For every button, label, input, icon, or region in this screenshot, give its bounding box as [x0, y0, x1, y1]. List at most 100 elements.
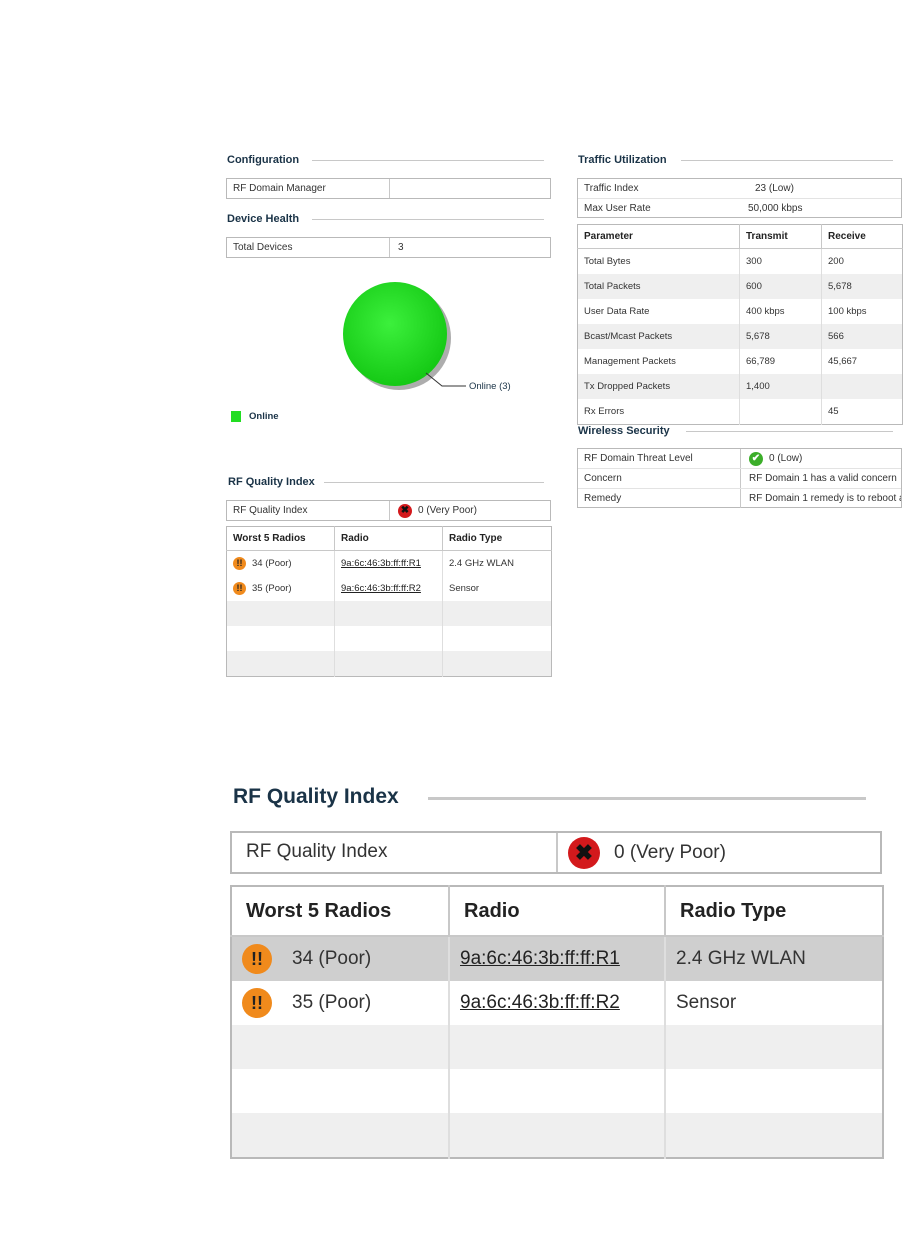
worst-radios-table: Worst 5 Radios Radio Radio Type !! 34 (Po…: [226, 526, 552, 677]
column-header-radio[interactable]: Radio: [449, 886, 666, 937]
receive-value: 200: [828, 256, 844, 267]
section-divider: [312, 219, 544, 220]
pie-slice-online[interactable]: [343, 282, 447, 386]
radio-link[interactable]: 9a:6c:46:3b:ff:ff:R2: [341, 583, 421, 594]
table-row[interactable]: !! 35 (Poor) 9a:6c:46:3b:ff:ff:R2 Sensor: [226, 576, 552, 601]
column-header-radio[interactable]: Radio: [334, 526, 443, 551]
traffic-index-value: 23 (Low): [755, 183, 794, 194]
transmit-value: 5,678: [739, 324, 822, 349]
threat-level-cell: ✔ 0 (Low): [740, 449, 901, 468]
remedy-label: Remedy: [584, 493, 622, 504]
worst-radio-score: !! 35 (Poor): [226, 576, 335, 601]
warning-icon: !!: [242, 944, 272, 974]
rf-quality-index-table: RF Quality Index ✖ 0 (Very Poor): [226, 500, 551, 521]
radio-type: Sensor: [449, 583, 480, 594]
table-row[interactable]: Rx Errors 45: [577, 399, 903, 425]
table-row[interactable]: !! 35 (Poor) 9a:6c:46:3b:ff:ff:R2 Sensor: [231, 981, 883, 1025]
rf-quality-index-cell: ✖ 0 (Very Poor): [556, 833, 880, 872]
rf-quality-index-label: RF Quality Index: [233, 505, 308, 516]
receive-value: [821, 374, 903, 399]
worst-radio-score: !! 34 (Poor): [231, 936, 450, 981]
device-health-table: Total Devices 3: [226, 237, 551, 258]
table-row[interactable]: User Data Rate 400 kbps 100 kbps: [577, 299, 903, 324]
transmit-value: 600: [739, 274, 822, 299]
column-header-worst-radios[interactable]: Worst 5 Radios: [231, 886, 450, 937]
section-divider: [686, 431, 893, 432]
radio-type: Sensor: [676, 992, 737, 1013]
max-user-rate-value: 50,000 kbps: [748, 203, 803, 214]
section-divider: [312, 160, 544, 161]
very-poor-icon: ✖: [568, 836, 600, 869]
receive-value: 45: [828, 406, 839, 417]
column-header-transmit[interactable]: Transmit: [739, 224, 822, 249]
column-header-worst-radios[interactable]: Worst 5 Radios: [226, 526, 335, 551]
parameter-name: Bcast/Mcast Packets: [577, 324, 740, 349]
traffic-parameters-table: Parameter Transmit Receive Total Bytes 30…: [577, 224, 903, 425]
empty-row: [226, 651, 552, 677]
empty-row: [226, 626, 552, 651]
column-header-radio-type[interactable]: Radio Type: [665, 886, 883, 937]
device-health-pie-chart: Online (3): [343, 282, 511, 392]
radio-link[interactable]: 9a:6c:46:3b:ff:ff:R2: [460, 992, 620, 1013]
transmit-value: [739, 399, 822, 425]
legend-online-swatch: [231, 411, 241, 422]
rf-quality-index-cell: ✖ 0 (Very Poor): [389, 501, 550, 520]
total-devices-value: 3: [389, 238, 550, 257]
empty-row: [226, 601, 552, 626]
rf-quality-index-value: 0 (Very Poor): [614, 841, 726, 863]
warning-icon: !!: [233, 582, 246, 595]
traffic-summary-table: Traffic Index 23 (Low) Max User Rate 50,…: [577, 178, 902, 218]
warning-icon: !!: [233, 557, 246, 570]
score-text: 35 (Poor): [292, 992, 372, 1014]
table-row[interactable]: Management Packets 66,789 45,667: [577, 349, 903, 374]
device-health-title: Device Health: [227, 213, 300, 225]
parameter-name: Management Packets: [577, 349, 740, 374]
pie-label: Online (3): [469, 381, 511, 392]
traffic-index-label: Traffic Index: [584, 183, 639, 194]
receive-value: 566: [821, 324, 903, 349]
score-text: 34 (Poor): [252, 558, 292, 570]
radio-type: 2.4 GHz WLAN: [449, 558, 514, 569]
table-row[interactable]: Bcast/Mcast Packets 5,678 566: [577, 324, 903, 349]
table-row[interactable]: !! 34 (Poor) 9a:6c:46:3b:ff:ff:R1 2.4 GHz…: [231, 936, 883, 981]
max-user-rate-label: Max User Rate: [584, 203, 651, 214]
parameter-name: User Data Rate: [577, 299, 740, 324]
total-devices-label: Total Devices: [233, 242, 293, 253]
receive-value: 5,678: [821, 274, 903, 299]
very-poor-icon: ✖: [398, 503, 412, 518]
rf-quality-index-table-enlarged: RF Quality Index ✖ 0 (Very Poor): [230, 831, 882, 874]
transmit-value: 400 kbps: [739, 299, 822, 324]
rf-quality-index-label: RF Quality Index: [246, 841, 388, 862]
worst-radio-score: !! 35 (Poor): [231, 981, 450, 1025]
table-row[interactable]: Total Packets 600 5,678: [577, 274, 903, 299]
parameter-name: Tx Dropped Packets: [577, 374, 740, 399]
section-divider: [681, 160, 893, 161]
worst-radios-table-enlarged: Worst 5 Radios Radio Radio Type !! 34 (Po…: [230, 885, 884, 1159]
table-row[interactable]: !! 34 (Poor) 9a:6c:46:3b:ff:ff:R1 2.4 GHz…: [226, 550, 552, 576]
parameter-name: Rx Errors: [577, 399, 740, 425]
parameter-name: Total Bytes: [577, 248, 740, 274]
column-header-receive[interactable]: Receive: [821, 224, 903, 249]
configuration-table: RF Domain Manager: [226, 178, 551, 199]
receive-value: 45,667: [828, 356, 858, 367]
column-header-radio-type[interactable]: Radio Type: [442, 526, 552, 551]
legend-online-label: Online: [249, 411, 279, 422]
table-row[interactable]: Tx Dropped Packets 1,400: [577, 374, 903, 399]
remedy-value: RF Domain 1 remedy is to reboot a: [740, 489, 901, 508]
score-text: 35 (Poor): [252, 583, 292, 595]
transmit-value: 66,789: [739, 349, 822, 374]
transmit-value: 1,400: [739, 374, 822, 399]
table-row[interactable]: Total Bytes 300 200: [577, 248, 903, 274]
radio-link[interactable]: 9a:6c:46:3b:ff:ff:R1: [341, 558, 421, 569]
section-divider: [324, 482, 544, 483]
threat-level-label: RF Domain Threat Level: [584, 453, 693, 464]
warning-icon: !!: [242, 988, 272, 1018]
threat-level-value: 0 (Low): [769, 453, 803, 464]
check-icon: ✔: [749, 451, 763, 466]
wireless-security-table: RF Domain Threat Level ✔ 0 (Low) Concern…: [577, 448, 902, 508]
empty-row: [231, 1069, 883, 1113]
empty-row: [231, 1025, 883, 1069]
concern-label: Concern: [584, 473, 622, 484]
radio-link[interactable]: 9a:6c:46:3b:ff:ff:R1: [460, 948, 620, 969]
column-header-parameter[interactable]: Parameter: [577, 224, 740, 249]
